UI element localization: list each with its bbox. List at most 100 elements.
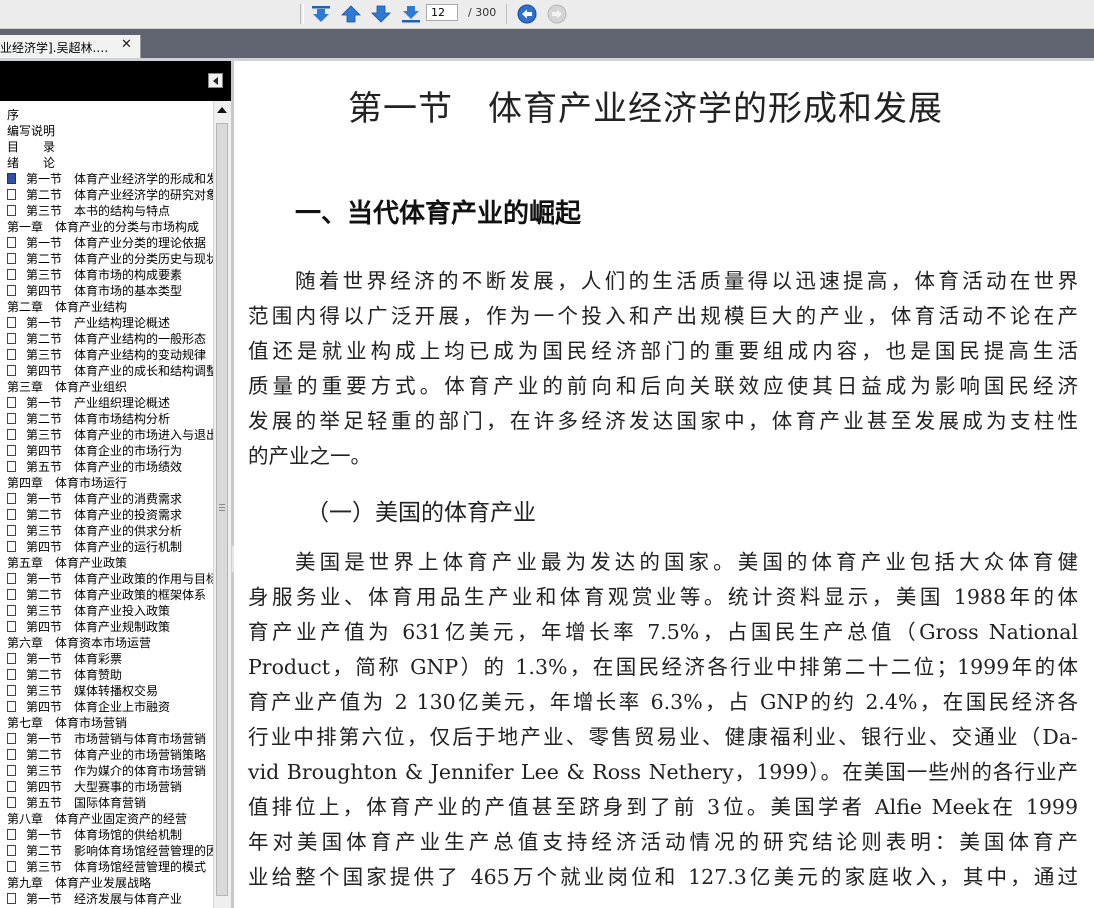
prev-page-button[interactable]: [340, 3, 362, 25]
bookmark-item[interactable]: 第一节 市场营销与体育市场营销: [0, 731, 213, 747]
bookmark-item[interactable]: 编写说明: [0, 123, 213, 139]
bookmark-sidebar: 序编写说明目 录绪 论第一节 体育产业经济学的形成和发展 第二节 体育产业经济学的…: [0, 61, 231, 908]
text-line: 随着世界经济的不断发展，人们的生活质量得以迅速提高，体育活动在世界: [295, 269, 1078, 293]
bookmark-item[interactable]: 第五章 体育产业政策: [0, 555, 213, 571]
bookmark-item[interactable]: 第三节 体育产业的供求分析: [0, 523, 213, 539]
bookmark-item[interactable]: 第三节 体育市场的构成要素: [0, 267, 213, 283]
bookmark-item[interactable]: 第八章 体育产业固定资产的经营: [0, 811, 213, 827]
text-line: 业给整个国家提供了 465万个就业岗位和 127.3亿美元的家庭收入，其中，通过: [248, 865, 1078, 889]
bookmark-item[interactable]: 绪 论: [0, 155, 213, 171]
scrollbar-thumb[interactable]: [216, 123, 228, 896]
bookmark-item[interactable]: 第二节 体育产业经济学的研究对象: [0, 187, 213, 203]
bookmark-item[interactable]: 第一节 产业组织理论概述: [0, 395, 213, 411]
text-line: Product，简称 GNP）的 1.3%，在国民经济各行业中排第二十二位；19…: [248, 655, 1078, 679]
bookmark-item[interactable]: 第四章 体育市场运行: [0, 475, 213, 491]
bookmark-item[interactable]: 第二节 体育产业政策的框架体系: [0, 587, 213, 603]
bookmark-item[interactable]: 第二节 体育产业的投资需求: [0, 507, 213, 523]
bookmark-item[interactable]: 第三节 体育产业的市场进入与退出: [0, 427, 213, 443]
text-line: 发展的举足轻重的部门，在许多经济发达国家中，体育产业甚至发展成为支柱性: [248, 409, 1078, 433]
bookmark-label: 第三节 体育产业投入政策: [26, 604, 171, 618]
bookmark-item[interactable]: 第一节 体育产业分类的理论依据: [0, 235, 213, 251]
back-button[interactable]: [516, 3, 538, 25]
bookmark-label: 编写说明: [7, 124, 56, 138]
sidebar-scrollbar[interactable]: [213, 101, 231, 908]
bookmark-item[interactable]: 第一节 体育彩票: [0, 651, 213, 667]
bookmark-item[interactable]: 第四节 大型赛事的市场营销: [0, 779, 213, 795]
bookmark-label: 第四节 体育市场的基本类型: [26, 284, 183, 298]
bookmark-item[interactable]: 第二节 影响体育场馆经营管理的因素: [0, 843, 213, 859]
page-title: 第一节 体育产业经济学的形成和发展: [348, 89, 943, 129]
bookmark-item[interactable]: 第二节 体育产业结构的一般形态: [0, 331, 213, 347]
scroll-up-icon[interactable]: [217, 107, 227, 113]
bookmark-item[interactable]: 第二节 体育赞助: [0, 667, 213, 683]
bookmark-item[interactable]: 第三节 体育产业投入政策: [0, 603, 213, 619]
bookmark-label: 第一节 产业组织理论概述: [26, 396, 171, 410]
bookmark-item[interactable]: 第四节 体育市场的基本类型: [0, 283, 213, 299]
bookmark-item[interactable]: 第三章 体育产业组织: [0, 379, 213, 395]
bookmark-item[interactable]: 第三节 本书的结构与特点: [0, 203, 213, 219]
bookmark-item[interactable]: 第五节 国际体育营销: [0, 795, 213, 811]
text-line: 行业中排第六位，仅后于地产业、零售贸易业、健康福利业、银行业、交通业（Da-: [248, 725, 1078, 749]
subsection-heading: （一）美国的体育产业: [306, 500, 536, 526]
bookmark-item[interactable]: 第三节 作为媒介的体育市场营销: [0, 763, 213, 779]
first-page-button[interactable]: [310, 3, 332, 25]
page-total-label: / 300: [468, 6, 497, 19]
tab-title: 业经济学].吴超林.…: [0, 41, 109, 55]
text-line: 范围内得以广泛开展，作为一个投入和产出规模巨大的产业，体育活动不论在产: [248, 304, 1078, 328]
bookmark-label: 第二节 体育赞助: [26, 668, 123, 682]
bookmark-item[interactable]: 第四节 体育产业规制政策: [0, 619, 213, 635]
bookmark-item[interactable]: 目 录: [0, 139, 213, 155]
bookmark-item[interactable]: 第六章 体育资本市场运营: [0, 635, 213, 651]
bookmark-item[interactable]: 第二节 体育市场结构分析: [0, 411, 213, 427]
bookmark-item[interactable]: 第一节 经济发展与体育产业: [0, 891, 213, 907]
bookmark-label: 第一章 体育产业的分类与市场构成: [7, 220, 200, 234]
bookmark-item[interactable]: 第一节 体育产业经济学的形成和发展: [0, 171, 213, 187]
section-heading: 一、当代体育产业的崛起: [295, 199, 582, 229]
document-tab[interactable]: 业经济学].吴超林.… ✕: [0, 35, 141, 58]
bookmark-label: 第四节 体育产业规制政策: [26, 620, 171, 634]
next-page-button[interactable]: [370, 3, 392, 25]
toolbar-grip: [300, 4, 304, 24]
bookmark-label: 第二节 影响体育场馆经营管理的因素: [26, 844, 213, 858]
bookmark-item[interactable]: 第五节 体育产业的市场绩效: [0, 459, 213, 475]
bookmark-item[interactable]: 第四节 体育企业上市融资: [0, 699, 213, 715]
page-icon: [7, 285, 16, 296]
bookmark-item[interactable]: 第九章 体育产业发展战略: [0, 875, 213, 891]
toolbar: / 300: [0, 0, 1094, 29]
bookmark-item[interactable]: 第一节 体育场馆的供给机制: [0, 827, 213, 843]
bookmark-item[interactable]: 第七章 体育市场营销: [0, 715, 213, 731]
forward-button[interactable]: [546, 3, 568, 25]
page-icon: [7, 605, 16, 616]
bookmark-item[interactable]: 第二节 体育产业的市场营销策略: [0, 747, 213, 763]
bookmark-item[interactable]: 第四节 体育产业的运行机制: [0, 539, 213, 555]
next-page-icon: [371, 5, 391, 23]
page-icon: [7, 253, 16, 264]
collapse-sidebar-button[interactable]: [208, 73, 223, 88]
page-icon: [7, 573, 16, 584]
bookmark-label: 第四节 体育企业上市融资: [26, 700, 171, 714]
page-icon: [7, 541, 16, 552]
bookmark-label: 第三节 本书的结构与特点: [26, 204, 171, 218]
text-line: 美国是世界上体育产业最为发达的国家。美国的体育产业包括大众体育健: [295, 550, 1078, 574]
forward-icon: [547, 4, 567, 24]
close-icon[interactable]: ✕: [121, 37, 132, 52]
page-icon: [7, 797, 16, 808]
text-line: 值排位上，体育产业的产值甚至跻身到了前 3位。美国学者 Alfie Meek在 …: [248, 795, 1078, 819]
page-icon: [7, 189, 16, 200]
bookmark-item[interactable]: 第三节 体育产业结构的变动规律: [0, 347, 213, 363]
bookmark-item[interactable]: 第一节 体育产业的消费需求: [0, 491, 213, 507]
bookmark-label: 目 录: [7, 140, 56, 154]
bookmark-item[interactable]: 第一节 产业结构理论概述: [0, 315, 213, 331]
bookmark-item[interactable]: 序: [0, 107, 213, 123]
bookmark-item[interactable]: 第三节 媒体转播权交易: [0, 683, 213, 699]
bookmark-item[interactable]: 第一节 体育产业政策的作用与目标: [0, 571, 213, 587]
bookmark-item[interactable]: 第一章 体育产业的分类与市场构成: [0, 219, 213, 235]
last-page-button[interactable]: [400, 3, 422, 25]
bookmark-item[interactable]: 第三节 体育场馆经营管理的模式: [0, 859, 213, 875]
page-number-input[interactable]: [426, 4, 458, 21]
bookmark-item[interactable]: 第四节 体育企业的市场行为: [0, 443, 213, 459]
bookmark-item[interactable]: 第二节 体育产业的分类历史与现状: [0, 251, 213, 267]
bookmark-item[interactable]: 第四节 体育产业的成长和结构调整: [0, 363, 213, 379]
bookmark-item[interactable]: 第二章 体育产业结构: [0, 299, 213, 315]
bookmark-label: 第二节 体育产业的市场营销策略: [26, 748, 207, 762]
